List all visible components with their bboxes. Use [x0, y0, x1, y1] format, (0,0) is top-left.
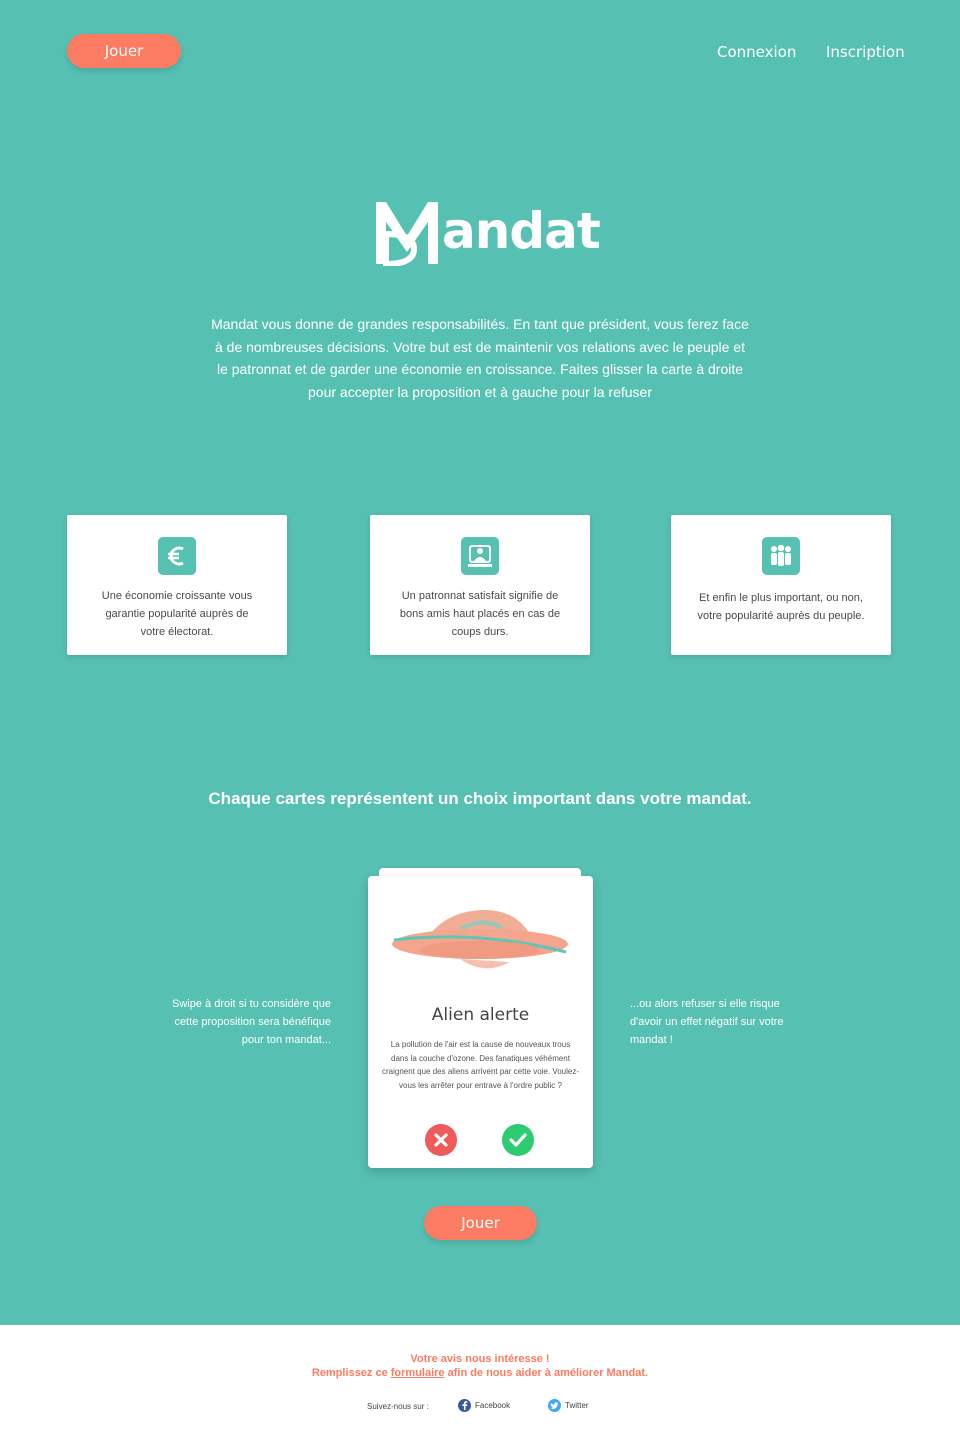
twitter-label: Twitter: [565, 1401, 589, 1410]
euro-icon: [158, 537, 196, 575]
accept-button[interactable]: [502, 1124, 534, 1156]
twitter-link[interactable]: Twitter: [548, 1399, 589, 1412]
facebook-link[interactable]: Facebook: [458, 1399, 510, 1412]
play-button-main[interactable]: Jouer: [424, 1206, 537, 1240]
facebook-icon: [458, 1399, 471, 1412]
card-title: Alien alerte: [431, 1005, 530, 1025]
ufo-illustration: [392, 910, 568, 969]
feature-card-business: Un patronnat satisfait signifie de bons …: [370, 515, 590, 655]
hero-section: Jouer Connexion Inscription andat Mandat…: [0, 0, 960, 1325]
close-icon: [434, 1133, 448, 1147]
feedback-form-link[interactable]: formulaire: [391, 1367, 445, 1379]
footer: Votre avis nous intéresse ! Remplissez c…: [0, 1325, 960, 1442]
swipe-left-hint: ...ou alors refuser si elle risque d'avo…: [630, 998, 784, 1046]
facebook-label: Facebook: [475, 1401, 511, 1410]
logo-text: andat: [442, 202, 601, 260]
boss-icon: [461, 537, 499, 575]
play-button-header[interactable]: Jouer: [67, 34, 181, 68]
section-subtitle: Chaque cartes représentent un choix impo…: [208, 789, 752, 808]
feedback-text-after: afin de nous aider à améliorer Mandat.: [444, 1367, 649, 1379]
mandat-logo: andat: [374, 200, 601, 266]
choice-card[interactable]: Alien alerte La pollution de l'air est l…: [368, 876, 593, 1168]
check-icon: [509, 1133, 527, 1147]
intro-text: Mandat vous donne de grandes responsabil…: [211, 316, 749, 400]
reject-button[interactable]: [425, 1124, 457, 1156]
feature-card-people: Et enfin le plus important, ou non, votr…: [671, 515, 891, 655]
swipe-right-hint: Swipe à droit si tu considère que cette …: [172, 998, 331, 1046]
feature-text: Une économie croissante vous garantie po…: [101, 590, 253, 638]
feature-text: Un patronnat satisfait signifie de bons …: [399, 590, 561, 638]
feature-text: Et enfin le plus important, ou non, votr…: [697, 592, 865, 622]
follow-label: Suivez-nous sur :: [367, 1402, 429, 1411]
twitter-icon: [548, 1399, 561, 1412]
logo-m-icon: [376, 202, 438, 266]
feedback-title: Votre avis nous intéresse !: [410, 1353, 550, 1365]
signup-link[interactable]: Inscription: [826, 43, 905, 61]
feedback-line: Remplissez ce formulaire afin de nous ai…: [0, 1367, 960, 1379]
people-icon: [762, 537, 800, 575]
feedback-text-before: Remplissez ce: [311, 1367, 391, 1379]
card-description: La pollution de l'air est la cause de no…: [382, 1040, 580, 1090]
login-link[interactable]: Connexion: [717, 43, 796, 61]
feature-card-economy: Une économie croissante vous garantie po…: [67, 515, 287, 655]
